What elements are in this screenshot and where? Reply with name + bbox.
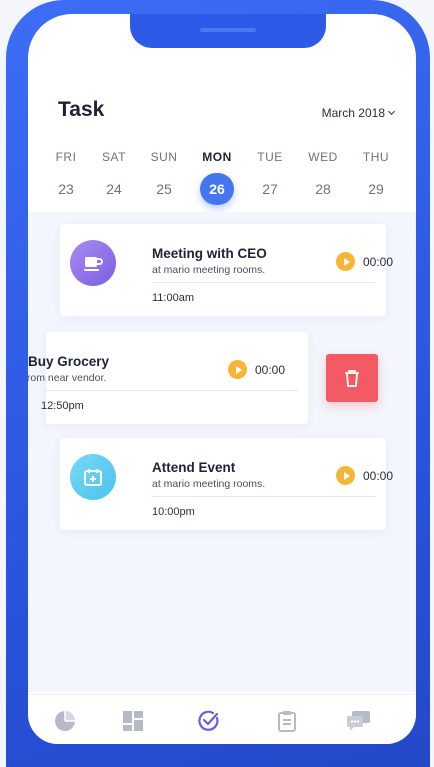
- task-title: Attend Event: [152, 460, 236, 475]
- coffee-cup-icon: [70, 240, 116, 286]
- page-title: Task: [58, 98, 105, 121]
- day-mon-selected[interactable]: MON 26: [195, 150, 239, 205]
- phone-notch: [130, 14, 326, 48]
- delete-task-button[interactable]: [326, 354, 378, 402]
- day-wed[interactable]: WED 28: [301, 150, 345, 205]
- day-tue[interactable]: TUE 27: [248, 150, 292, 205]
- day-name: SAT: [102, 150, 126, 164]
- duration-label: 00:00: [363, 468, 394, 483]
- day-date: 26: [200, 173, 234, 205]
- day-name: TUE: [257, 150, 283, 164]
- clipboard-icon[interactable]: [274, 709, 300, 733]
- task-time: 11:00am: [152, 292, 194, 304]
- task-card-swiped[interactable]: Buy Grocery from near vendor. 00:00 12:5…: [28, 332, 308, 424]
- divider: [152, 496, 376, 497]
- duration-label: 00:00: [363, 254, 394, 269]
- day-date: 27: [262, 181, 278, 197]
- day-date: 29: [368, 181, 384, 197]
- divider: [46, 390, 298, 391]
- day-name: WED: [308, 150, 338, 164]
- day-date: 23: [58, 181, 74, 197]
- task-subtitle: from near vendor.: [28, 372, 107, 384]
- task-duration: 00:00: [336, 252, 393, 271]
- task-subtitle: at mario meeting rooms.: [152, 478, 266, 490]
- day-fri[interactable]: FRI 23: [44, 150, 88, 205]
- play-icon[interactable]: [228, 360, 247, 379]
- phone-frame: Task March 2018 FRI 23 SAT 24 SUN 25 MON…: [6, 0, 430, 767]
- task-title: Buy Grocery: [28, 354, 110, 369]
- divider: [152, 282, 376, 283]
- day-sun[interactable]: SUN 25: [142, 150, 186, 205]
- day-date: 24: [106, 181, 122, 197]
- task-title: Meeting with CEO: [152, 246, 267, 261]
- play-icon[interactable]: [336, 252, 355, 271]
- day-name: FRI: [55, 150, 77, 164]
- chevron-down-icon: [387, 107, 396, 116]
- day-date: 25: [156, 181, 172, 197]
- calendar-add-icon: [70, 454, 116, 500]
- duration-label: 00:00: [255, 362, 286, 377]
- dashboard-grid-icon[interactable]: [120, 709, 146, 733]
- check-circle-icon[interactable]: [196, 709, 222, 733]
- app-screen: Task March 2018 FRI 23 SAT 24 SUN 25 MON…: [28, 14, 416, 744]
- day-name: THU: [362, 150, 390, 164]
- day-name: MON: [202, 150, 232, 164]
- day-thu[interactable]: THU 29: [354, 150, 398, 205]
- day-date: 28: [315, 181, 331, 197]
- bottom-navigation: [28, 694, 416, 744]
- task-time: 10:00pm: [152, 506, 195, 518]
- pie-chart-icon[interactable]: [52, 709, 78, 733]
- task-duration: 00:00: [228, 360, 285, 379]
- play-icon[interactable]: [336, 466, 355, 485]
- chat-bubble-icon[interactable]: [346, 709, 372, 733]
- month-selector[interactable]: March 2018: [321, 106, 396, 120]
- task-card[interactable]: Meeting with CEO at mario meeting rooms.…: [60, 224, 393, 316]
- day-sat[interactable]: SAT 24: [92, 150, 136, 205]
- task-card[interactable]: Attend Event at mario meeting rooms. 00:…: [60, 438, 393, 530]
- task-subtitle: at mario meeting rooms.: [152, 264, 266, 276]
- task-time: 12:50pm: [41, 400, 84, 412]
- page-header: Task March 2018: [58, 98, 398, 128]
- trash-icon: [345, 370, 359, 387]
- task-duration: 00:00: [336, 466, 393, 485]
- month-label: March 2018: [321, 106, 385, 120]
- day-name: SUN: [150, 150, 178, 164]
- week-day-strip: FRI 23 SAT 24 SUN 25 MON 26 TUE 27 WED 2…: [44, 150, 404, 205]
